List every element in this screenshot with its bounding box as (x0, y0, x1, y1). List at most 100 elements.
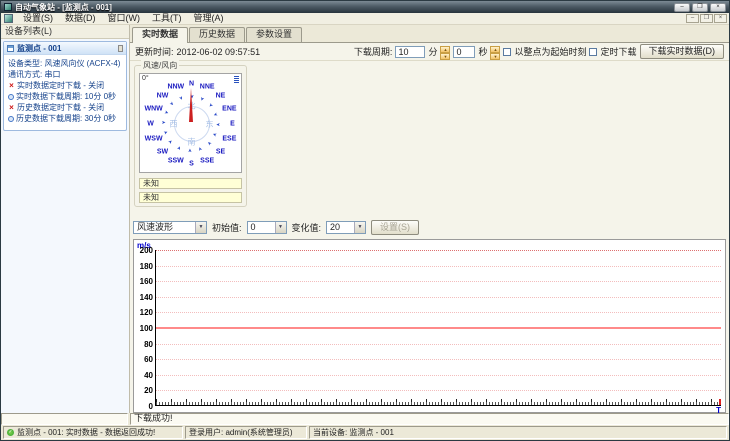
menu-item[interactable]: 管理(A) (188, 13, 230, 24)
compass-arrow-icon: ➤ (196, 145, 205, 152)
minutes-unit-label: 分 (428, 47, 438, 57)
menu-item[interactable]: 设置(S) (17, 13, 59, 24)
tab-参数设置[interactable]: 参数设置 (246, 27, 303, 42)
stepper-up-icon[interactable]: ▲ (490, 45, 501, 53)
plot-area: 200 180 160 140 120 100 80 60 40 20 0 (140, 246, 721, 411)
compass-direction-label: N (188, 80, 195, 88)
stepper-down-icon[interactable]: ▼ (440, 52, 451, 60)
clock-icon (8, 115, 14, 122)
delta-value-label: 变化值: (291, 222, 322, 233)
wind-direction-field: 未知 (139, 178, 242, 189)
mdi-close-icon[interactable]: × (714, 14, 727, 23)
compass-direction-label: SSW (167, 157, 184, 165)
initial-value-select[interactable]: 0 ▼ (246, 220, 287, 234)
reference-line-100 (156, 327, 721, 329)
settings-button[interactable]: 设置(S) (371, 219, 420, 235)
device-info-line: 实时数据下载周期: 10分 0秒 (8, 91, 124, 102)
compass-arrow-icon: ➤ (212, 110, 219, 118)
y-gridline (156, 250, 721, 251)
y-tick-label: 200 (139, 246, 153, 255)
menu-item[interactable]: 数据(D) (59, 13, 102, 24)
message-left-box (1, 413, 128, 425)
x-axis-unit-label: T (716, 406, 721, 415)
title-bar: 自动气象站 - [监测点 - 001] – ❐ × (1, 1, 729, 13)
x-axis-ruler-ticks (156, 399, 719, 405)
seconds-stepper[interactable]: ▲ ▼ (490, 45, 501, 60)
compass-direction-label: E (230, 120, 235, 128)
status-section-device: 当前设备: 监测点 - 001 (309, 426, 727, 439)
tab-实时数据[interactable]: 实时数据 (132, 27, 189, 43)
chevron-down-icon[interactable]: ▼ (274, 221, 286, 233)
mdi-minimize-icon[interactable]: – (686, 14, 699, 23)
stepper-down-icon[interactable]: ▼ (490, 52, 501, 60)
minutes-input[interactable]: 10 (395, 45, 426, 58)
minutes-stepper[interactable]: ▲ ▼ (440, 45, 451, 60)
menu-bar: 设置(S) 数据(D) 窗口(W) 工具(T) 管理(A) – ❐ × (1, 13, 729, 25)
compass-direction-label: NNW (167, 83, 185, 91)
y-tick-label: 0 (148, 402, 153, 411)
compass-arrow-icon: ➤ (162, 129, 169, 137)
mdi-restore-icon[interactable]: ❐ (700, 14, 713, 23)
initial-value-label: 初始值: (212, 222, 242, 233)
seconds-unit-label: 秒 (478, 47, 488, 57)
device-icon (7, 44, 14, 52)
realtime-tab-page: 风速/风向 0° 北东南西 N ➤ NNE ➤ NE ➤ ENE ➤ E ➤ ESE ➤ SE ➤ SSE ➤ S ➤… (130, 60, 729, 415)
chevron-down-icon[interactable]: ▼ (195, 221, 206, 233)
align-hour-checkbox[interactable] (503, 47, 512, 56)
stepper-up-icon[interactable]: ▲ (440, 45, 451, 53)
compass-arrow-icon: ➤ (168, 100, 176, 108)
menu-item[interactable]: 工具(T) (146, 13, 188, 24)
compass-arrow-icon: ➤ (205, 139, 213, 147)
device-info-text: 通讯方式: 串口 (8, 70, 61, 79)
delta-value: 20 (330, 221, 341, 232)
y-gridline (156, 265, 721, 267)
seconds-input[interactable]: 0 (453, 45, 476, 58)
waveform-select-value: 风速波形 (137, 221, 174, 232)
compass-arrow-icon: ➤ (197, 95, 205, 102)
mdi-system-icon[interactable] (4, 14, 13, 23)
compass-direction-label: SW (156, 148, 169, 156)
menu-items: 设置(S) 数据(D) 窗口(W) 工具(T) 管理(A) (17, 13, 230, 24)
main-panel: 实时数据 历史数据 参数设置 更新时间: 2012-06-02 09:57:51 下… (130, 25, 729, 415)
wind-speed-field: 未知 (139, 192, 242, 203)
device-info-line: × 历史数据定时下载 - 关闭 (8, 102, 124, 113)
device-panel[interactable]: 监测点 - 001 设备类型: 风速风向仪 (ACFX-4) 通讯方式: 串口 × 实… (3, 41, 127, 131)
y-gridline (156, 343, 721, 345)
status-section-user: 登录用户: admin(系统管理员) (185, 426, 307, 439)
compass-cardinal-label: 西 (169, 119, 178, 129)
compass-cardinal-label: 南 (187, 137, 196, 147)
tab-历史数据[interactable]: 历史数据 (189, 27, 246, 42)
minimize-icon[interactable]: – (674, 2, 690, 12)
window-title: 自动气象站 - [监测点 - 001] (15, 2, 112, 12)
status-result-text: 监测点 - 001: 实时数据 - 数据返回成功! (17, 428, 156, 437)
menu-item[interactable]: 窗口(W) (102, 13, 147, 24)
close-icon[interactable]: × (710, 2, 726, 12)
y-gridline (156, 390, 721, 392)
maximize-icon[interactable]: ❐ (692, 2, 708, 12)
initial-value: 0 (250, 221, 256, 232)
y-gridline (156, 359, 721, 361)
timed-download-label: 定时下载 (600, 47, 637, 57)
windspeed-chart: m/s 200 180 160 140 120 100 80 60 40 20 0 T (133, 239, 726, 415)
download-status-message: 下载成功! (130, 413, 729, 425)
compass-direction-label: ENE (222, 105, 237, 113)
wind-compass: 0° 北东南西 N ➤ NNE ➤ NE ➤ ENE ➤ E ➤ ESE ➤ SE ➤ SSE ➤ S ➤ SSW ➤ SW… (139, 73, 242, 173)
download-realtime-button[interactable]: 下载实时数据(D) (639, 44, 724, 59)
device-info-text: 实时数据定时下载 - 关闭 (17, 81, 105, 90)
y-tick-label: 40 (144, 370, 153, 380)
disabled-x-icon: × (9, 103, 14, 112)
waveform-select[interactable]: 风速波形 ▼ (133, 220, 207, 234)
device-info-line: × 实时数据定时下载 - 关闭 (8, 80, 124, 91)
device-panel-header[interactable]: 监测点 - 001 (4, 42, 126, 55)
y-tick-label: 80 (144, 339, 153, 349)
delta-value-select[interactable]: 20 ▼ (326, 220, 367, 234)
pin-icon[interactable] (118, 44, 123, 52)
chevron-down-icon[interactable]: ▼ (354, 221, 366, 233)
app-icon (4, 3, 12, 11)
y-gridline (156, 281, 721, 283)
device-title: 监测点 - 001 (17, 43, 62, 53)
timed-download-checkbox[interactable] (589, 47, 598, 56)
compass-direction-label: WNW (144, 105, 163, 113)
y-gridline (156, 312, 721, 314)
compass-arrow-icon: ➤ (161, 120, 166, 126)
